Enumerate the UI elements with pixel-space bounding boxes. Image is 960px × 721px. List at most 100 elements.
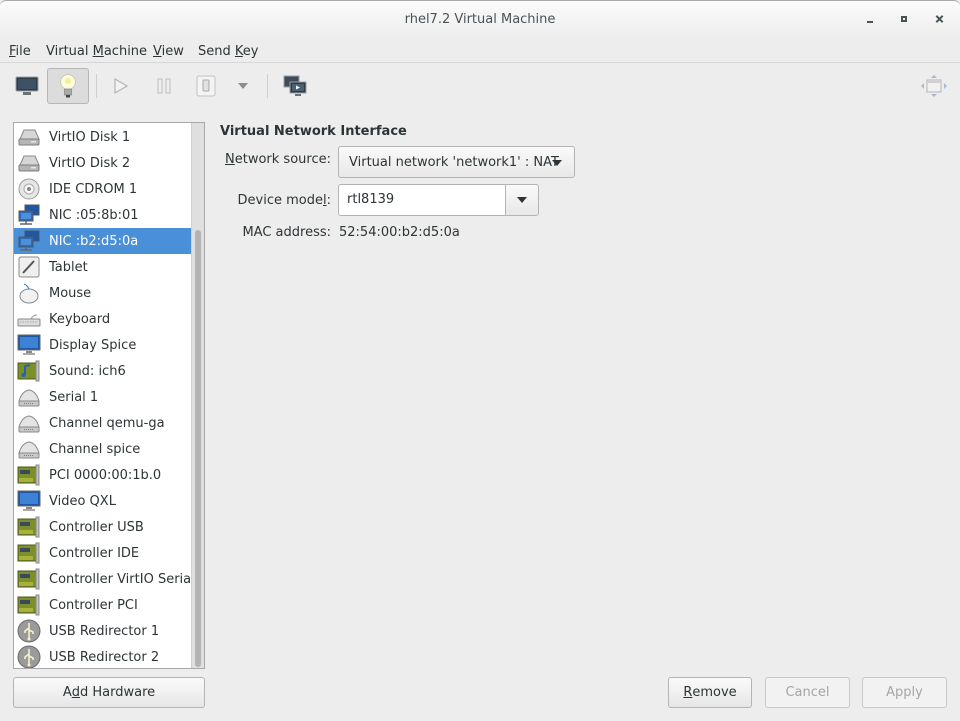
device-list-item[interactable]: Channel spice bbox=[14, 436, 191, 462]
network-source-value: Virtual network 'network1' : NAT bbox=[349, 154, 559, 170]
device-list-item[interactable]: Tablet bbox=[14, 254, 191, 280]
add-hardware-button[interactable]: Add Hardware bbox=[13, 677, 205, 708]
device-list-item-label: NIC :b2:d5:0a bbox=[49, 233, 139, 249]
display-icon bbox=[17, 333, 41, 357]
fullscreen-button[interactable] bbox=[920, 68, 948, 104]
menu-virtual-machine[interactable]: Virtual Machine bbox=[46, 44, 147, 59]
device-list-item[interactable]: Controller USB bbox=[14, 514, 191, 540]
device-list-item-label: Controller PCI bbox=[49, 597, 138, 613]
pci-icon bbox=[17, 541, 41, 565]
device-list-item[interactable]: Keyboard bbox=[14, 306, 191, 332]
device-list-item-label: USB Redirector 1 bbox=[49, 623, 160, 639]
console-view-button[interactable] bbox=[10, 68, 44, 104]
sound-icon bbox=[17, 359, 41, 383]
usb-icon bbox=[17, 645, 41, 668]
run-button[interactable] bbox=[107, 68, 135, 104]
device-list-item[interactable]: USB Redirector 2 bbox=[14, 644, 191, 668]
close-button[interactable] bbox=[932, 11, 948, 27]
minimize-button[interactable] bbox=[862, 11, 878, 27]
device-list-item[interactable]: VirtIO Disk 1 bbox=[14, 124, 191, 150]
power-switch-icon bbox=[196, 75, 216, 97]
device-list-item-label: Video QXL bbox=[49, 493, 116, 509]
apply-button[interactable]: Apply bbox=[862, 677, 947, 708]
title-bar: rhel7.2 Virtual Machine bbox=[0, 0, 960, 40]
maximize-button[interactable] bbox=[897, 11, 913, 27]
pci-icon bbox=[17, 593, 41, 617]
device-list-item[interactable]: Serial 1 bbox=[14, 384, 191, 410]
device-list-item[interactable]: Controller PCI bbox=[14, 592, 191, 618]
device-model-label: Device model: bbox=[237, 193, 331, 208]
device-list-item[interactable]: NIC :b2:d5:0a bbox=[14, 228, 191, 254]
nic-icon bbox=[17, 229, 41, 253]
play-icon bbox=[114, 77, 129, 95]
snapshot-monitors-icon bbox=[283, 75, 307, 96]
keyboard-icon bbox=[17, 307, 41, 331]
menu-sendkey-rest: ey bbox=[242, 44, 259, 59]
menu-view-rest: iew bbox=[161, 44, 184, 59]
lightbulb-icon bbox=[60, 74, 76, 98]
device-list-item-label: Display Spice bbox=[49, 337, 137, 353]
menu-send-key[interactable]: Send Key bbox=[198, 44, 258, 59]
device-list-item[interactable]: NIC :05:8b:01 bbox=[14, 202, 191, 228]
menu-vm-pre: Virtual bbox=[46, 44, 93, 59]
device-model-input[interactable]: rtl8139 bbox=[338, 184, 506, 216]
device-list-item-label: NIC :05:8b:01 bbox=[49, 207, 139, 223]
toolbar-separator bbox=[267, 74, 268, 98]
device-list-item[interactable]: Controller IDE bbox=[14, 540, 191, 566]
device-list-item-label: Mouse bbox=[49, 285, 92, 301]
display-icon bbox=[17, 489, 41, 513]
pci-icon bbox=[17, 515, 41, 539]
device-list-item[interactable]: PCI 0000:00:1b.0 bbox=[14, 462, 191, 488]
menu-view[interactable]: View bbox=[153, 44, 184, 59]
device-list-item[interactable]: USB Redirector 1 bbox=[14, 618, 191, 644]
menu-vm-rest: achine bbox=[103, 44, 148, 59]
device-list-item-label: Controller IDE bbox=[49, 545, 140, 561]
menu-sendkey-pre: Send bbox=[198, 44, 235, 59]
cancel-button[interactable]: Cancel bbox=[765, 677, 850, 708]
mac-address-value: 52:54:00:b2:d5:0a bbox=[339, 225, 460, 240]
device-list-item-label: Serial 1 bbox=[49, 389, 99, 405]
device-list-item[interactable]: Video QXL bbox=[14, 488, 191, 514]
toolbar bbox=[0, 64, 960, 108]
tablet-icon bbox=[17, 255, 41, 279]
device-list-item-label: VirtIO Disk 2 bbox=[49, 155, 131, 171]
device-list-item-label: Keyboard bbox=[49, 311, 111, 327]
device-list-item[interactable]: Mouse bbox=[14, 280, 191, 306]
device-model-combo: rtl8139 bbox=[338, 184, 539, 216]
monitor-icon bbox=[15, 76, 39, 95]
menu-file[interactable]: File bbox=[9, 44, 31, 59]
device-list-item[interactable]: IDE CDROM 1 bbox=[14, 176, 191, 202]
nic-icon bbox=[17, 203, 41, 227]
device-list-item-label: Controller USB bbox=[49, 519, 144, 535]
chevron-down-icon bbox=[238, 83, 248, 89]
device-list-item-label: VirtIO Disk 1 bbox=[49, 129, 131, 145]
shutdown-button[interactable] bbox=[193, 68, 219, 104]
network-source-dropdown[interactable]: Virtual network 'network1' : NAT bbox=[338, 146, 575, 178]
device-model-dropdown-button[interactable] bbox=[505, 184, 539, 216]
device-list-item[interactable]: Display Spice bbox=[14, 332, 191, 358]
network-source-label: Network source: bbox=[225, 152, 331, 167]
device-list-item[interactable]: Channel qemu-ga bbox=[14, 410, 191, 436]
serial-icon bbox=[17, 411, 41, 435]
device-list-item-label: Channel qemu-ga bbox=[49, 415, 165, 431]
device-list-item-label: Channel spice bbox=[49, 441, 141, 457]
remove-button[interactable]: Remove bbox=[668, 677, 752, 708]
device-list-item[interactable]: VirtIO Disk 2 bbox=[14, 150, 191, 176]
chevron-down-icon bbox=[552, 160, 562, 166]
toolbar-separator bbox=[96, 74, 97, 98]
mouse-icon bbox=[17, 281, 41, 305]
device-list-item-label: IDE CDROM 1 bbox=[49, 181, 138, 197]
snapshots-button[interactable] bbox=[280, 68, 310, 104]
device-list[interactable]: VirtIO Disk 1 VirtIO Disk 2 IDE CDROM 1 NIC… bbox=[13, 122, 205, 669]
device-list-scrollbar[interactable] bbox=[191, 123, 204, 668]
device-list-item[interactable]: Controller VirtIO Serial bbox=[14, 566, 195, 592]
scrollbar-thumb[interactable] bbox=[195, 230, 201, 667]
details-view-button[interactable] bbox=[47, 68, 89, 104]
device-list-item[interactable]: Sound: ich6 bbox=[14, 358, 191, 384]
cdrom-icon bbox=[17, 177, 41, 201]
pci-icon bbox=[17, 463, 41, 487]
menu-file-rest: ile bbox=[15, 44, 31, 59]
pause-button[interactable] bbox=[150, 68, 178, 104]
fullscreen-move-icon bbox=[921, 75, 947, 97]
shutdown-menu-button[interactable] bbox=[232, 68, 254, 104]
